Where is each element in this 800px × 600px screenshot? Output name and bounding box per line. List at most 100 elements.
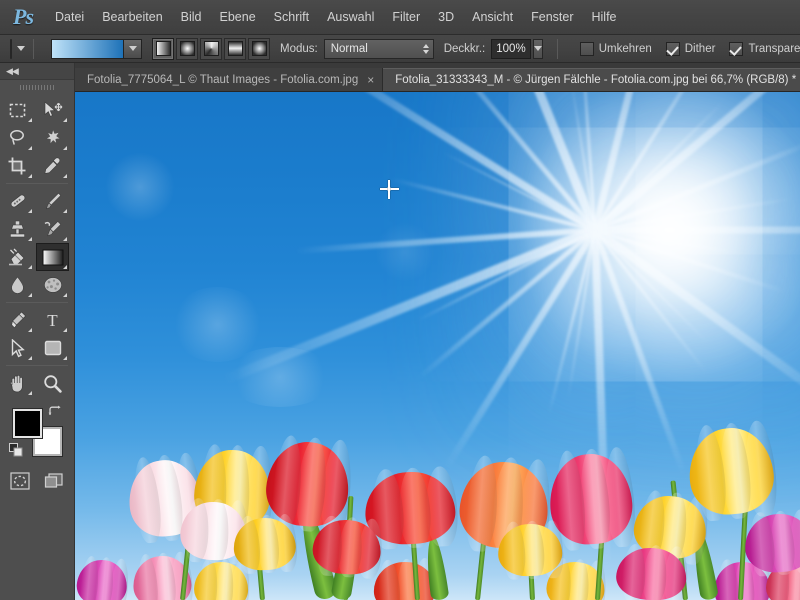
gradient-swatch[interactable] bbox=[52, 39, 124, 58]
chevron-down-icon bbox=[128, 46, 137, 51]
type-tool[interactable]: T bbox=[36, 306, 69, 334]
transparency-checkbox-row[interactable]: Transparenz bbox=[729, 41, 800, 56]
menu-datei[interactable]: Datei bbox=[46, 0, 93, 35]
move-tool[interactable] bbox=[36, 96, 69, 124]
transparency-label: Transparenz bbox=[748, 42, 800, 55]
tool-more-indicator bbox=[63, 356, 67, 360]
dodge-tool[interactable] bbox=[36, 271, 69, 299]
arrow-pointer-icon bbox=[11, 338, 25, 357]
path-selection-tool[interactable] bbox=[1, 334, 34, 362]
crop-tool[interactable] bbox=[1, 152, 34, 180]
linear-gradient-button[interactable] bbox=[152, 37, 174, 60]
brush-tool[interactable] bbox=[36, 187, 69, 215]
collapse-panel-icon[interactable]: ◀◀ bbox=[6, 66, 19, 77]
lasso-tool[interactable] bbox=[1, 124, 34, 152]
tulip-flower bbox=[263, 434, 355, 535]
blur-tool[interactable] bbox=[1, 271, 34, 299]
tulip-petal bbox=[540, 519, 565, 579]
blend-mode-select[interactable]: Normal bbox=[323, 38, 434, 59]
history-brush-tool[interactable] bbox=[36, 215, 69, 243]
chevron-down-icon[interactable] bbox=[17, 46, 25, 51]
gradient-tool[interactable] bbox=[36, 243, 69, 271]
transparency-checkbox[interactable] bbox=[729, 41, 744, 56]
tools-panel-header[interactable]: ◀◀ bbox=[0, 63, 74, 80]
lasso-icon bbox=[10, 129, 24, 145]
lens-flare bbox=[105, 152, 175, 222]
tool-more-indicator bbox=[28, 293, 32, 297]
clone-stamp-tool[interactable] bbox=[1, 215, 34, 243]
menu-hilfe[interactable]: Hilfe bbox=[583, 0, 626, 35]
rectangle-shape-icon bbox=[44, 340, 61, 356]
reverse-checkbox-row[interactable]: Umkehren bbox=[579, 41, 652, 56]
close-icon[interactable]: × bbox=[367, 74, 374, 86]
document-tab-2[interactable]: Fotolia_31333343_M - © Jürgen Fälchle - … bbox=[383, 68, 800, 91]
tool-more-indicator bbox=[63, 293, 67, 297]
menu-schrift[interactable]: Schrift bbox=[265, 0, 318, 35]
dither-label: Dither bbox=[684, 42, 716, 55]
image-canvas[interactable] bbox=[75, 92, 800, 600]
quick-mask-button[interactable] bbox=[6, 469, 34, 493]
menu-ansicht[interactable]: Ansicht bbox=[463, 0, 522, 35]
tools-panel-grip[interactable] bbox=[0, 80, 74, 94]
tools-panel: ◀◀ T bbox=[0, 63, 75, 600]
dither-checkbox[interactable] bbox=[665, 41, 680, 56]
gradient-type-group bbox=[152, 37, 270, 60]
eraser-tool[interactable] bbox=[1, 243, 34, 271]
tool-more-indicator bbox=[63, 118, 67, 122]
radial-gradient-icon bbox=[179, 41, 195, 56]
menu-3d[interactable]: 3D bbox=[429, 0, 463, 35]
tool-more-indicator bbox=[63, 265, 67, 269]
diamond-gradient-button[interactable] bbox=[248, 37, 270, 60]
healing-brush-tool[interactable] bbox=[1, 187, 34, 215]
tool-divider bbox=[6, 365, 68, 366]
menu-ebene[interactable]: Ebene bbox=[211, 0, 265, 35]
angle-gradient-button[interactable] bbox=[200, 37, 222, 60]
reverse-checkbox[interactable] bbox=[579, 41, 594, 56]
tool-row bbox=[0, 243, 74, 271]
tool-row bbox=[0, 369, 74, 397]
rectangular-marquee-tool[interactable] bbox=[1, 96, 34, 124]
document-tab-bar: Fotolia_7775064_L © Thaut Images - Fotol… bbox=[75, 63, 800, 92]
menu-bild[interactable]: Bild bbox=[172, 0, 211, 35]
gradient-dropdown-button[interactable] bbox=[124, 39, 141, 58]
document-tab-1[interactable]: Fotolia_7775064_L © Thaut Images - Fotol… bbox=[75, 68, 384, 91]
menu-bearbeiten[interactable]: Bearbeiten bbox=[93, 0, 171, 35]
tulip-flower bbox=[615, 543, 690, 600]
clone-stamp-icon bbox=[10, 220, 25, 238]
tool-more-indicator bbox=[28, 209, 32, 213]
hand-tool[interactable] bbox=[1, 369, 34, 397]
zoom-tool[interactable] bbox=[36, 369, 69, 397]
menu-filter[interactable]: Filter bbox=[383, 0, 429, 35]
screen-mode-button[interactable] bbox=[40, 469, 68, 493]
reflected-gradient-button[interactable] bbox=[224, 37, 246, 60]
opacity-dropdown-button[interactable] bbox=[532, 38, 543, 59]
opacity-input[interactable]: 100% bbox=[491, 38, 531, 59]
tool-row bbox=[0, 124, 74, 152]
tulip-field bbox=[75, 410, 800, 600]
tulip-flower bbox=[311, 514, 385, 580]
angle-gradient-icon bbox=[203, 41, 219, 56]
default-colors-icon[interactable] bbox=[9, 443, 23, 462]
rectangle-shape-tool[interactable] bbox=[36, 334, 69, 362]
toolbar-bottom-buttons bbox=[0, 469, 74, 493]
tulip-flower bbox=[743, 508, 800, 578]
magic-wand-tool[interactable] bbox=[36, 124, 69, 152]
document-tab-title: Fotolia_7775064_L © Thaut Images - Fotol… bbox=[87, 73, 359, 86]
menu-auswahl[interactable]: Auswahl bbox=[318, 0, 383, 35]
eraser-icon bbox=[8, 248, 24, 266]
sponge-icon bbox=[43, 277, 62, 293]
swap-colors-icon[interactable] bbox=[48, 405, 62, 421]
eyedropper-tool[interactable] bbox=[36, 152, 69, 180]
gradient-picker[interactable] bbox=[51, 38, 142, 59]
tool-preset-picker[interactable] bbox=[10, 38, 12, 59]
pen-tool[interactable] bbox=[1, 306, 34, 334]
gradient-icon bbox=[42, 249, 63, 265]
divider bbox=[33, 38, 34, 59]
radial-gradient-button[interactable] bbox=[176, 37, 198, 60]
menu-fenster[interactable]: Fenster bbox=[522, 0, 582, 35]
sun-ray bbox=[595, 226, 800, 234]
dither-checkbox-row[interactable]: Dither bbox=[665, 41, 716, 56]
tool-more-indicator bbox=[63, 209, 67, 213]
eyedropper-icon bbox=[44, 157, 61, 174]
foreground-color-swatch[interactable] bbox=[13, 409, 42, 438]
